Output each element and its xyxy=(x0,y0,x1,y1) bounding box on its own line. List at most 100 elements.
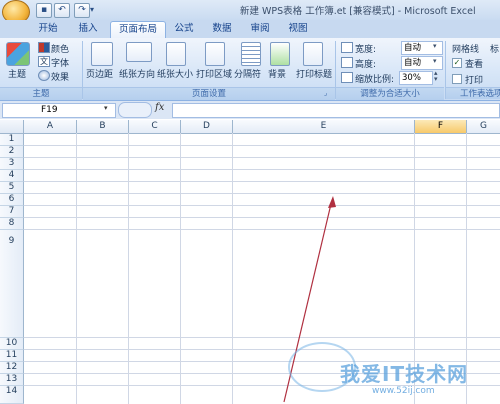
gridline xyxy=(24,349,500,350)
print-titles-icon[interactable] xyxy=(303,42,323,66)
gridline xyxy=(24,169,500,170)
gridlines-view-checkbox[interactable]: ✓ xyxy=(452,58,462,68)
row-header[interactable]: 5 xyxy=(0,182,24,194)
scale-spinner-icon[interactable]: ▴ ▾ xyxy=(434,70,438,83)
window-title: 新建 WPS表格 工作簿.et [兼容模式] - Microsoft Excel xyxy=(240,6,476,17)
row-header[interactable]: 6 xyxy=(0,194,24,206)
formula-input[interactable] xyxy=(172,103,500,118)
gridline xyxy=(128,133,129,404)
page-setup-group-label: 页面设置 xyxy=(83,87,335,100)
row-header[interactable]: 7 xyxy=(0,206,24,218)
row-header[interactable]: 14 xyxy=(0,386,24,404)
scale-label: 缩放比例: xyxy=(355,75,395,85)
scale-icon xyxy=(341,72,353,83)
watermark-text: 我爱IT技术网 xyxy=(340,362,469,386)
margins-icon[interactable] xyxy=(91,42,113,66)
breaks-button[interactable]: 分隔符 xyxy=(234,67,261,80)
headings-label: 标 xyxy=(490,45,500,55)
height-label: 高度: xyxy=(355,60,377,70)
column-header[interactable]: D xyxy=(181,120,233,134)
column-header[interactable]: E xyxy=(233,120,415,134)
gridline xyxy=(76,133,77,404)
gridlines-label: 网格线 xyxy=(452,45,480,55)
sheet-options-group-label: 工作表选项 xyxy=(446,87,500,99)
print-area-icon[interactable] xyxy=(205,42,225,66)
gridlines-view-label: 查看 xyxy=(465,60,484,70)
themes-icon[interactable] xyxy=(6,42,30,66)
row-header[interactable]: 11 xyxy=(0,350,24,362)
theme-fonts-icon[interactable]: 文 xyxy=(38,56,50,67)
column-header[interactable]: C xyxy=(129,120,181,134)
page-setup-launcher-icon[interactable]: ⌟ xyxy=(324,89,327,97)
size-icon[interactable] xyxy=(166,42,186,66)
background-icon[interactable] xyxy=(270,42,290,66)
tab-formulas[interactable]: 公式 xyxy=(168,21,200,38)
gridline xyxy=(24,337,500,338)
gridline xyxy=(180,133,181,404)
select-all-corner[interactable] xyxy=(0,120,24,134)
print-area-button[interactable]: 打印区域 xyxy=(196,67,232,80)
row-header[interactable]: 13 xyxy=(0,374,24,386)
column-header[interactable]: G xyxy=(467,120,500,134)
themes-button[interactable]: 主题 xyxy=(8,67,26,80)
gridline xyxy=(24,145,500,146)
row-header[interactable]: 4 xyxy=(0,170,24,182)
undo-icon[interactable]: ↶ xyxy=(54,3,70,18)
gridlines-print-checkbox[interactable] xyxy=(452,74,462,84)
width-label: 宽度: xyxy=(355,45,377,55)
row-header[interactable]: 2 xyxy=(0,146,24,158)
column-header[interactable]: A xyxy=(24,120,77,134)
gridline xyxy=(232,133,233,404)
chevron-down-icon[interactable]: ▾ xyxy=(433,42,437,50)
chevron-down-icon[interactable]: ▾ xyxy=(104,104,108,112)
row-header[interactable]: 10 xyxy=(0,338,24,350)
gridline xyxy=(24,229,500,230)
name-box-value: F19 xyxy=(41,105,58,115)
height-icon xyxy=(341,57,353,68)
redo-icon[interactable]: ↷ xyxy=(74,3,90,18)
tab-view[interactable]: 视图 xyxy=(282,21,314,38)
theme-colors-button[interactable]: 颜色 xyxy=(51,42,69,55)
insert-function-icon[interactable]: fx xyxy=(155,102,164,113)
size-button[interactable]: 纸张大小 xyxy=(157,67,193,80)
formula-expand-icon[interactable] xyxy=(118,102,152,118)
row-header[interactable]: 1 xyxy=(0,134,24,146)
gridline xyxy=(24,181,500,182)
theme-fonts-button[interactable]: 字体 xyxy=(51,56,69,69)
gridline xyxy=(24,205,500,206)
background-button[interactable]: 背景 xyxy=(268,67,286,80)
tab-page-layout[interactable]: 页面布局 xyxy=(110,21,166,39)
row-header[interactable]: 8 xyxy=(0,218,24,230)
breaks-icon[interactable] xyxy=(241,42,261,66)
width-icon xyxy=(341,42,353,53)
theme-effects-button[interactable]: 效果 xyxy=(51,70,69,83)
print-titles-button[interactable]: 打印标题 xyxy=(296,67,332,80)
tab-insert[interactable]: 插入 xyxy=(72,21,104,38)
theme-effects-icon[interactable] xyxy=(38,70,50,81)
row-header[interactable]: 12 xyxy=(0,362,24,374)
save-icon[interactable]: ▪ xyxy=(36,3,52,18)
orientation-button[interactable]: 纸张方向 xyxy=(119,67,155,80)
chevron-down-icon[interactable]: ▾ xyxy=(433,57,437,65)
orientation-icon[interactable] xyxy=(126,42,152,62)
qat-dropdown-icon[interactable]: ▾ xyxy=(90,5,94,14)
gridline xyxy=(24,157,500,158)
margins-button[interactable]: 页边距 xyxy=(86,67,113,80)
column-header[interactable]: B xyxy=(77,120,129,134)
row-header[interactable]: 9 xyxy=(0,230,24,338)
row-header[interactable]: 3 xyxy=(0,158,24,170)
gridline xyxy=(24,193,500,194)
tab-review[interactable]: 审阅 xyxy=(244,21,276,38)
arrow-head xyxy=(328,196,336,208)
gridline xyxy=(24,217,500,218)
watermark-url: www.52ij.com xyxy=(372,386,435,396)
theme-group-label: 主题 xyxy=(0,87,82,100)
scale-group-label: 调整为合适大小 xyxy=(336,87,444,100)
column-header-selected[interactable]: F xyxy=(415,120,467,134)
tab-data[interactable]: 数据 xyxy=(206,21,238,38)
name-box[interactable]: F19 xyxy=(2,103,116,118)
scale-input[interactable]: 30% xyxy=(399,71,433,85)
theme-colors-icon[interactable] xyxy=(38,42,50,53)
gridlines-print-label: 打印 xyxy=(465,76,484,86)
tab-home[interactable]: 开始 xyxy=(32,21,64,38)
